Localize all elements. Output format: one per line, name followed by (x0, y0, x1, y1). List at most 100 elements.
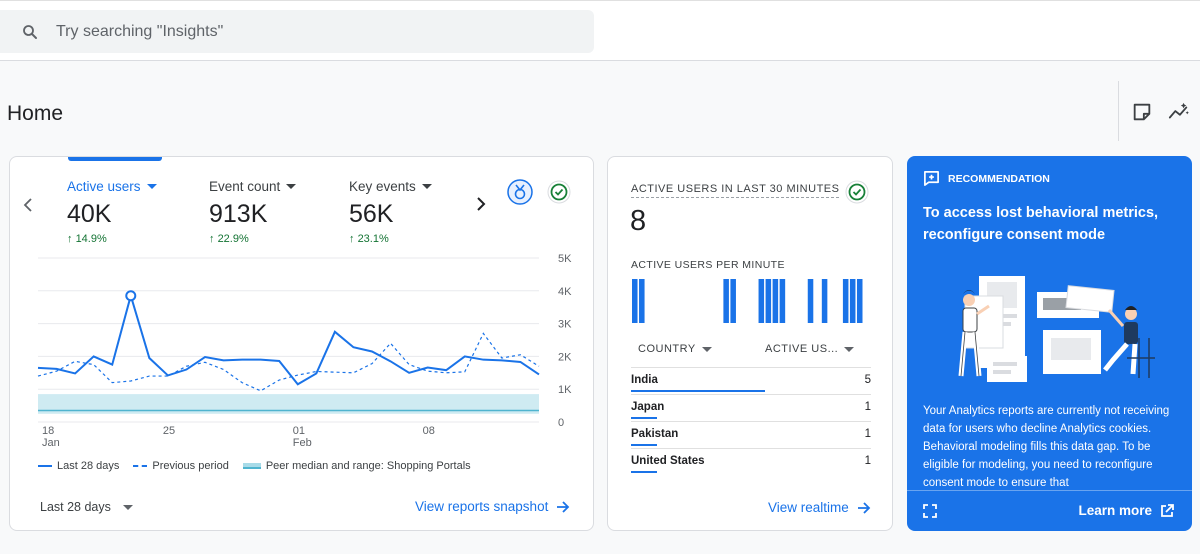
top-bar (0, 0, 1200, 61)
y-tick-label: 3K (558, 319, 572, 331)
legend-swatch (38, 465, 52, 467)
caret-down-icon (122, 504, 133, 510)
view-reports-snapshot-link[interactable]: View reports snapshot (415, 499, 570, 514)
table-row[interactable]: India 5 (631, 367, 871, 394)
arrow-right-icon (557, 500, 570, 513)
note-icon[interactable] (1131, 101, 1153, 123)
recommendation-title: To access lost behavioral metrics, recon… (923, 205, 1159, 243)
country-users: 1 (864, 455, 871, 467)
learn-more-link[interactable]: Learn more (1078, 503, 1174, 518)
y-tick-label: 4K (558, 286, 572, 298)
arrow-up-icon: ↑ (209, 233, 218, 245)
legend-label: Previous period (152, 460, 229, 472)
date-range-selector[interactable]: Last 28 days (40, 500, 133, 514)
recommendation-footer: Learn more (907, 490, 1192, 531)
legend-label: Last 28 days (57, 460, 120, 472)
legend-label: Peer median and range: Shopping Portals (265, 460, 471, 472)
check-circle-icon[interactable] (844, 179, 870, 205)
share-bar (631, 417, 658, 419)
column-header-active-users[interactable]: ACTIVE US... (765, 343, 855, 355)
x-tick-day: 25 (163, 425, 175, 437)
realtime-value: 8 (630, 205, 647, 237)
table-row[interactable]: Pakistan 1 (631, 421, 871, 448)
metric-change: 14.9% (75, 233, 107, 245)
minute-bar (842, 279, 849, 323)
metric-change: 23.1% (357, 233, 389, 245)
country-users: 1 (864, 401, 871, 413)
legend-item-current: Last 28 days (38, 460, 119, 472)
minute-bar (639, 279, 645, 323)
y-tick-label: 5K (558, 253, 572, 265)
minute-bar (772, 279, 779, 323)
add-comment-icon (924, 171, 939, 186)
chevron-left-icon[interactable] (21, 197, 35, 213)
recommendation-body: Your Analytics reports are currently not… (923, 405, 1170, 489)
table-row[interactable]: United States 1 (631, 448, 871, 475)
peak-point (125, 290, 137, 302)
overview-card: Active users 40K ↑ 14.9% Event count 913… (9, 156, 594, 531)
last-28-days-line (37, 292, 540, 386)
minute-bar (849, 279, 856, 323)
benchmark-icon[interactable] (507, 179, 533, 205)
per-minute-bar-chart (632, 279, 863, 323)
table-row[interactable]: Japan 1 (631, 394, 871, 421)
consent-illustration-icon (958, 276, 1155, 382)
column-label: ACTIVE US... (765, 343, 839, 355)
x-tick-day: 18 (42, 425, 54, 437)
country-name: Pakistan (631, 428, 679, 440)
country-users: 5 (864, 374, 871, 386)
search-input[interactable] (56, 10, 576, 53)
legend-item-previous: Previous period (133, 460, 229, 472)
arrow-up-icon: ↑ (67, 233, 76, 245)
legend-swatch (133, 465, 148, 467)
caret-down-icon (844, 346, 855, 352)
check-circle-icon[interactable] (546, 179, 572, 205)
minute-bar (723, 279, 729, 323)
minute-bar (632, 279, 638, 323)
realtime-card: ACTIVE USERS IN LAST 30 MINUTES 8 ACTIVE… (607, 156, 893, 531)
link-label: View realtime (768, 500, 849, 515)
x-tick-day: 01 (293, 425, 305, 437)
minute-bar (807, 279, 814, 323)
chevron-right-icon[interactable] (474, 196, 488, 212)
search-bar[interactable] (0, 10, 594, 53)
metric-active-users[interactable]: Active users 40K ↑ 14.9% (67, 179, 157, 245)
y-tick-label: 0 (558, 417, 564, 429)
metric-label: Active users (67, 179, 141, 194)
x-tick-month: Jan (42, 437, 60, 449)
realtime-subtitle: ACTIVE USERS PER MINUTE (631, 259, 785, 271)
view-realtime-link[interactable]: View realtime (768, 500, 871, 515)
fullscreen-icon[interactable] (923, 504, 937, 518)
y-tick-label: 2K (558, 351, 572, 363)
header-divider (1118, 81, 1119, 141)
minute-bar (856, 279, 863, 323)
search-icon (23, 25, 37, 39)
recommendation-header: RECOMMENDATION (923, 170, 1050, 187)
metric-key-events[interactable]: Key events 56K ↑ 23.1% (349, 179, 432, 245)
recommendation-tag: RECOMMENDATION (948, 172, 1050, 185)
caret-down-icon[interactable] (286, 184, 297, 189)
minute-bar (779, 279, 786, 323)
country-name: Japan (631, 401, 665, 413)
caret-down-icon (701, 346, 712, 352)
metric-value: 913K (209, 200, 268, 228)
link-label: View reports snapshot (415, 499, 549, 514)
metric-event-count[interactable]: Event count 913K ↑ 22.9% (209, 179, 297, 245)
metric-label: Event count (209, 179, 281, 194)
arrow-right-icon (857, 501, 871, 514)
metric-change: 22.9% (217, 233, 249, 245)
legend-item-peer: Peer median and range: Shopping Portals (242, 460, 471, 472)
realtime-title[interactable]: ACTIVE USERS IN LAST 30 MINUTES (631, 183, 840, 198)
country-name: India (631, 374, 658, 386)
caret-down-icon[interactable] (146, 184, 157, 189)
x-tick-day: 08 (423, 425, 435, 437)
metric-value: 56K (349, 200, 394, 228)
country-name: United States (631, 455, 705, 467)
column-header-country[interactable]: COUNTRY (638, 343, 712, 355)
link-label: Learn more (1078, 503, 1152, 518)
minute-bar (730, 279, 736, 323)
metric-label: Key events (349, 179, 416, 194)
caret-down-icon[interactable] (421, 184, 432, 189)
y-tick-label: 1K (558, 384, 572, 396)
insights-icon[interactable] (1168, 101, 1190, 123)
